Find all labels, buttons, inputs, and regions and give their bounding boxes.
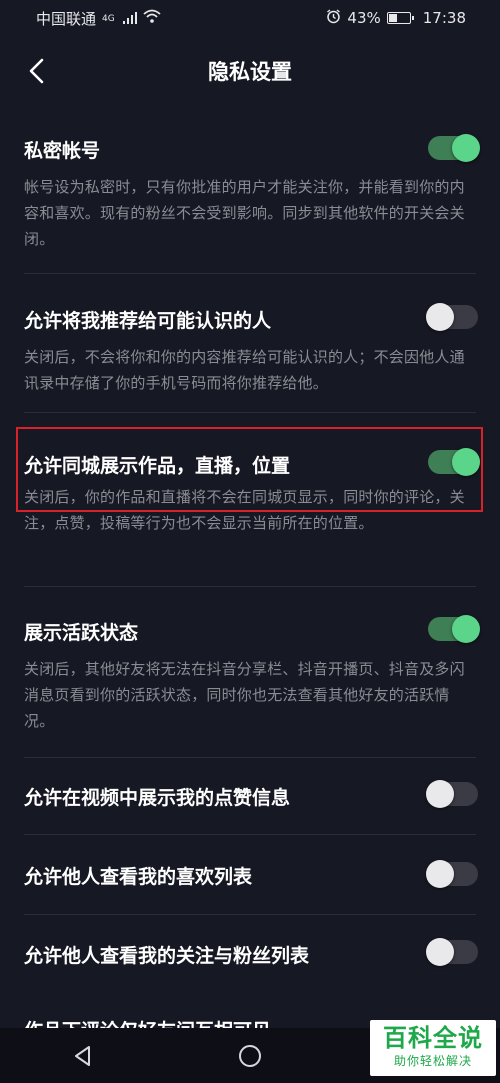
divider <box>24 834 476 835</box>
triangle-back-icon <box>75 1045 91 1066</box>
nav-home-button[interactable] <box>230 1036 270 1076</box>
nav-back-button[interactable] <box>63 1036 103 1076</box>
setting-label: 允许他人查看我的关注与粉丝列表 <box>24 945 310 967</box>
private-account-toggle[interactable] <box>428 134 480 162</box>
divider <box>24 757 476 758</box>
battery-percent: 43% <box>347 9 381 27</box>
divider <box>24 586 476 587</box>
setting-description: 关闭后，你的作品和直播将不会在同城页显示，同时你的评论，关注，点赞，投稿等行为也… <box>24 488 465 532</box>
setting-label: 展示活跃状态 <box>24 622 139 644</box>
watermark-subtitle: 助你轻松解决 <box>393 1054 472 1068</box>
status-bar: 中国联通 4G 43% 17:38 <box>0 0 500 36</box>
recommend-toggle[interactable] <box>426 303 478 331</box>
active-status-toggle[interactable] <box>428 615 480 643</box>
page-title: 隐私设置 <box>208 60 292 84</box>
setting-label: 允许在视频中展示我的点赞信息 <box>24 787 291 809</box>
divider <box>24 273 476 274</box>
signal-icon <box>122 12 137 24</box>
divider <box>24 412 476 413</box>
show-likes-toggle[interactable] <box>426 780 478 808</box>
back-button[interactable] <box>18 53 54 89</box>
setting-label: 允许他人查看我的喜欢列表 <box>24 866 253 888</box>
local-display-toggle[interactable] <box>428 448 480 476</box>
header: 隐私设置 <box>0 36 500 106</box>
battery-icon <box>386 12 414 24</box>
chevron-left-icon <box>29 58 44 84</box>
wifi-icon <box>143 9 161 27</box>
divider <box>24 914 476 915</box>
setting-label: 允许同城展示作品，直播，位置 <box>24 455 291 477</box>
carrier-name: 中国联通 <box>36 9 97 28</box>
alarm-icon <box>326 8 341 28</box>
setting-description: 帐号设为私密时，只有你批准的用户才能关注你，并能看到你的内容和喜欢。现有的粉丝不… <box>24 178 465 248</box>
follow-list-toggle[interactable] <box>426 938 478 966</box>
setting-description: 关闭后，不会将你和你的内容推荐给可能认识的人；不会因他人通讯录中存储了你的手机号… <box>24 348 465 392</box>
setting-label: 私密帐号 <box>24 140 101 162</box>
likes-list-toggle[interactable] <box>426 860 478 888</box>
clock: 17:38 <box>422 9 466 27</box>
setting-label: 允许将我推荐给可能认识的人 <box>24 310 272 332</box>
watermark-title: 百科全说 <box>383 1024 483 1052</box>
network-type: 4G <box>102 13 115 24</box>
circle-home-icon <box>238 1044 261 1067</box>
setting-description: 关闭后，其他好友将无法在抖音分享栏、抖音开播页、抖音及多闪消息页看到你的活跃状态… <box>24 660 465 730</box>
watermark-logo: 百科全说 助你轻松解决 <box>370 1020 496 1076</box>
